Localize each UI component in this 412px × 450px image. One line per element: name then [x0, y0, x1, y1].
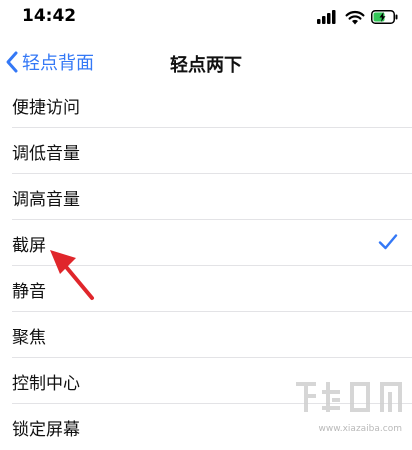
list-item-label: 截屏 [12, 236, 46, 256]
list-item-label: 聚焦 [12, 328, 46, 348]
list-item-label: 锁定屏幕 [12, 420, 80, 440]
list-item-label: 静音 [12, 282, 46, 302]
cellular-signal-icon [317, 10, 336, 24]
watermark-domain: www.xiazaiba.com [318, 424, 402, 434]
list-item-label: 调低音量 [12, 144, 80, 164]
list-item-volume-down[interactable]: 调低音量 [0, 128, 412, 174]
status-bar: 14:42 [0, 0, 412, 34]
list-item-screenshot[interactable]: 截屏 [0, 220, 412, 266]
list-item-accessibility-shortcut[interactable]: 便捷访问 [0, 82, 412, 128]
status-icons [317, 9, 398, 25]
list-item-focus[interactable]: 聚焦 [0, 312, 412, 358]
list-item-label: 调高音量 [12, 190, 80, 210]
page-title: 轻点两下 [170, 55, 242, 76]
checkmark-icon [378, 234, 398, 250]
battery-charging-icon [371, 10, 398, 24]
list-item-label: 控制中心 [12, 374, 80, 394]
wifi-icon [345, 10, 365, 24]
list-item-mute[interactable]: 静音 [0, 266, 412, 312]
list-item-volume-up[interactable]: 调高音量 [0, 174, 412, 220]
list-item-label: 便捷访问 [12, 98, 80, 118]
status-time: 14:42 [22, 6, 77, 26]
watermark: www.xiazaiba.com [292, 376, 408, 436]
watermark-logo-icon [296, 382, 402, 412]
